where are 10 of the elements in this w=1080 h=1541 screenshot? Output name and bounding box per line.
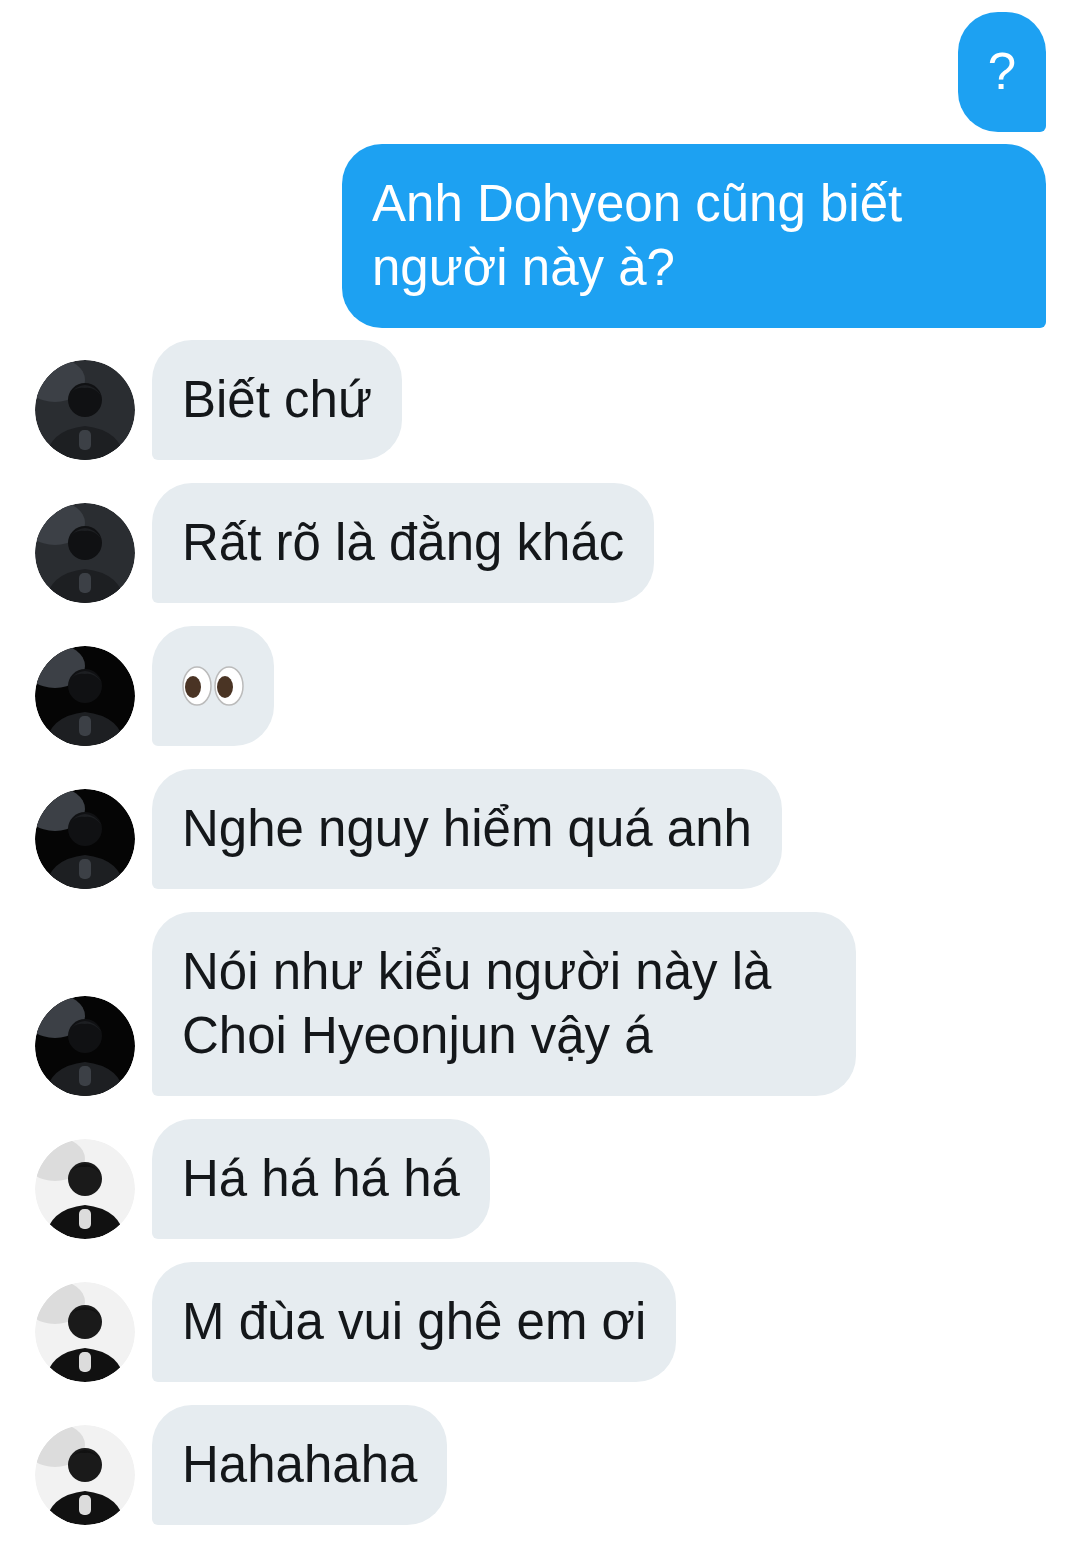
- message-bubble: Anh Dohyeon cũng biết người này à?: [342, 144, 1046, 328]
- message-bubble: Hahahaha: [152, 1405, 448, 1525]
- message-bubble: Nói như kiểu người này là Choi Hyeonjun vậy á: [152, 912, 856, 1096]
- message-bubble: Há há há há: [152, 1119, 490, 1239]
- message-bubble: M đùa vui ghê em ơi: [152, 1262, 677, 1382]
- message-bubble: Nghe nguy hiểm quá anh: [152, 769, 782, 889]
- message-bubble: ?: [957, 12, 1046, 132]
- eyes-icon: [182, 666, 244, 706]
- message-bubble: Rất rõ là đằng khác: [152, 483, 655, 603]
- message-bubble: Biết chứ: [152, 340, 403, 460]
